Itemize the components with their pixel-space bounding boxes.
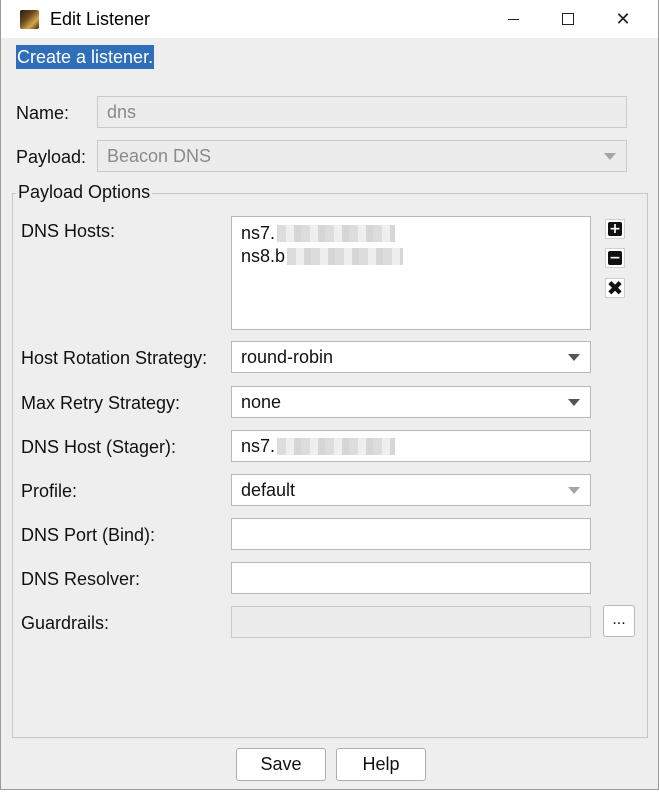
dns-hosts-label: DNS Hosts: [21, 221, 116, 241]
save-button[interactable]: Save [236, 748, 326, 781]
app-icon [20, 10, 39, 29]
title-bar[interactable]: Edit Listener ✕ [1, 0, 658, 38]
redacted-text [277, 437, 396, 455]
profile-select[interactable]: default [231, 474, 591, 506]
maximize-icon [562, 13, 574, 25]
host-rotation-label: Host Rotation Strategy: [21, 348, 208, 368]
add-host-button[interactable]: + [605, 219, 625, 239]
name-value: dns [107, 101, 137, 122]
dns-host-text: ns8.b [241, 246, 286, 266]
max-retry-select[interactable]: none [231, 386, 591, 418]
chevron-down-icon [568, 399, 580, 406]
dns-resolver-label: DNS Resolver: [21, 569, 141, 589]
add-host-icon: + [608, 221, 622, 237]
profile-label: Profile: [21, 481, 78, 501]
name-field[interactable]: dns [97, 96, 627, 128]
maximize-button[interactable] [546, 4, 590, 34]
host-rotation-value: round-robin [241, 346, 334, 367]
dns-host-stager-value: ns7. [241, 435, 276, 456]
help-button[interactable]: Help [336, 748, 426, 781]
minimize-button[interactable] [491, 4, 535, 34]
max-retry-value: none [241, 391, 282, 412]
guardrails-edit-button[interactable]: ... [603, 605, 635, 637]
payload-select[interactable]: Beacon DNS [97, 140, 627, 172]
host-rotation-select[interactable]: round-robin [231, 341, 591, 373]
payload-label: Payload: [16, 147, 87, 167]
remove-host-button[interactable]: − [605, 248, 625, 268]
close-icon: ✕ [615, 9, 631, 29]
dns-hosts-list[interactable]: ns7. ns8.b [231, 216, 591, 330]
window-title: Edit Listener [50, 9, 151, 29]
guardrails-field[interactable] [231, 606, 591, 638]
dns-port-field[interactable] [231, 518, 591, 550]
edit-listener-window: Edit Listener ✕ Create a listener. Name:… [0, 0, 659, 790]
guardrails-label: Guardrails: [21, 613, 110, 633]
dns-host-text: ns7. [241, 223, 276, 243]
payload-options-title: Payload Options [16, 182, 153, 203]
chevron-down-icon [604, 153, 616, 160]
profile-value: default [241, 479, 296, 500]
minimize-icon [507, 18, 519, 20]
clear-hosts-button[interactable]: ✖ [605, 278, 625, 298]
close-button[interactable]: ✕ [601, 4, 645, 34]
redacted-text [277, 225, 396, 242]
clear-hosts-icon: ✖ [606, 276, 624, 300]
redacted-text [287, 248, 404, 265]
dns-host-stager-label: DNS Host (Stager): [21, 437, 177, 457]
list-item[interactable]: ns7. [241, 222, 581, 245]
list-item[interactable]: ns8.b [241, 245, 581, 268]
name-label: Name: [16, 103, 70, 123]
max-retry-label: Max Retry Strategy: [21, 393, 181, 413]
chevron-down-icon [568, 354, 580, 361]
dns-resolver-field[interactable] [231, 562, 591, 594]
dialog-description: Create a listener. [16, 45, 155, 69]
payload-value: Beacon DNS [107, 145, 212, 166]
dns-host-stager-field[interactable]: ns7. [231, 430, 591, 462]
dns-port-label: DNS Port (Bind): [21, 525, 156, 545]
remove-host-icon: − [608, 250, 622, 266]
chevron-down-icon [568, 487, 580, 494]
